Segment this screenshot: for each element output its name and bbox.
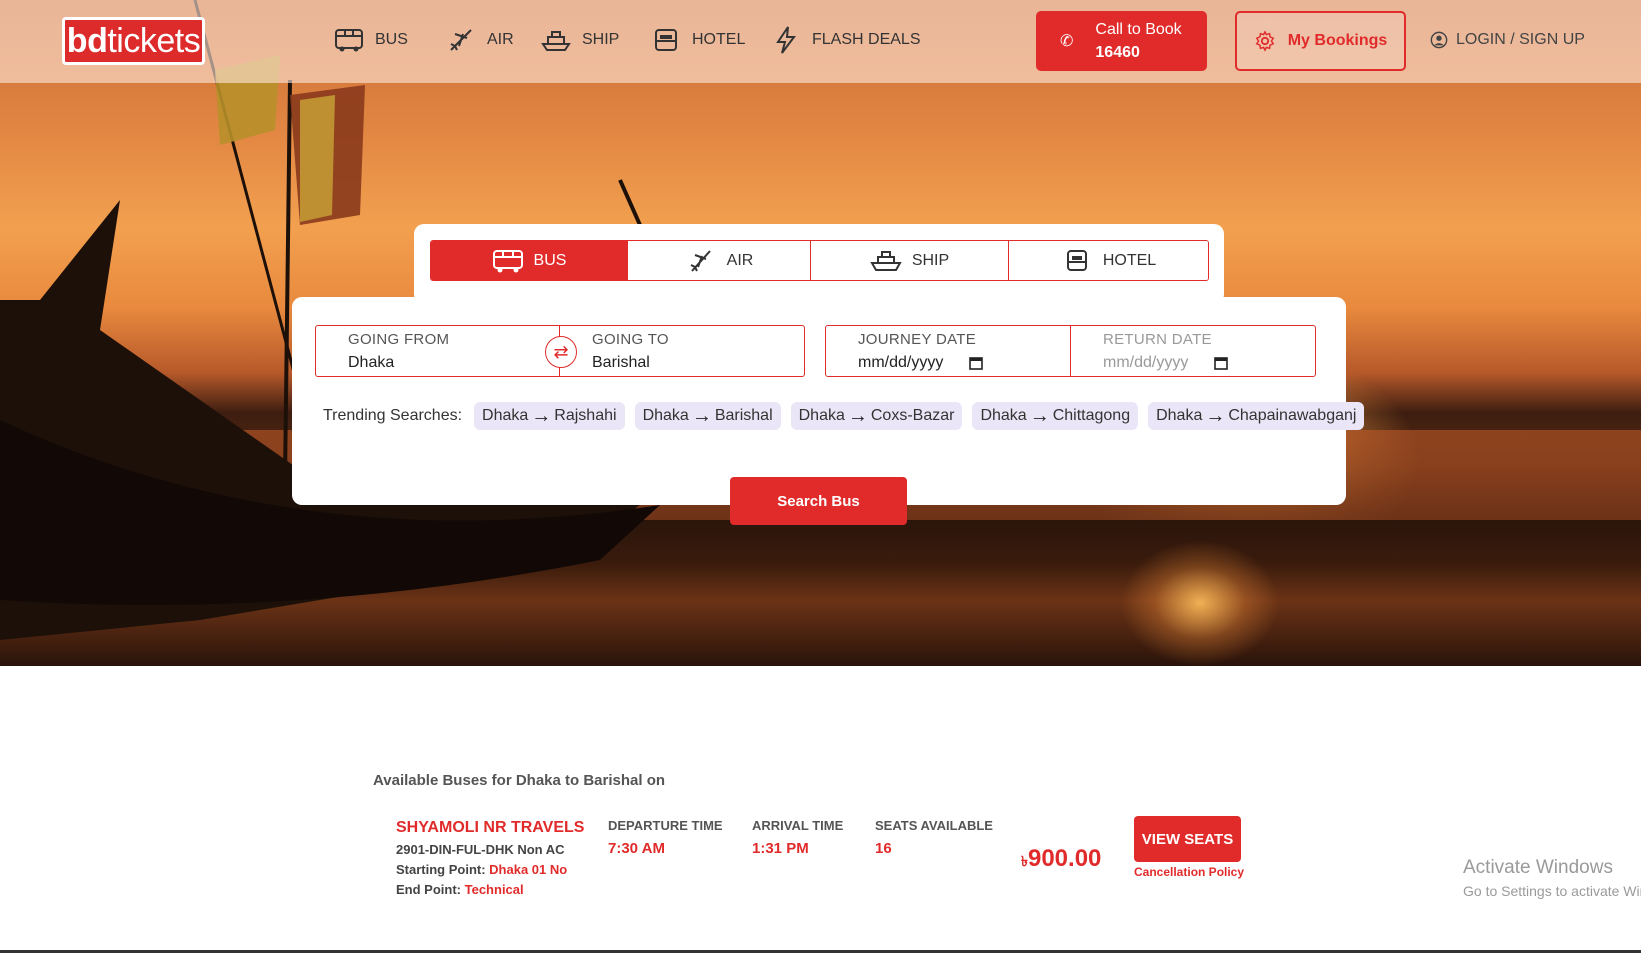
trending-chip[interactable]: Dhaka → Coxs-Bazar — [790, 402, 963, 430]
arrow-right-icon: → — [1205, 405, 1226, 427]
sun-reflection — [1120, 540, 1280, 666]
ship-icon — [870, 250, 902, 271]
my-bookings-button[interactable]: My Bookings — [1235, 11, 1406, 71]
bdtickets-logo[interactable]: bd tickets — [62, 17, 205, 65]
trending-chip[interactable]: Dhaka → Chittagong — [972, 402, 1139, 430]
user-icon — [1430, 31, 1448, 49]
tab-ship[interactable]: SHIP — [811, 241, 1009, 280]
plane-icon — [450, 29, 472, 51]
search-bus-button[interactable]: Search Bus — [730, 477, 907, 525]
bolt-icon — [776, 26, 796, 54]
plane-icon — [690, 249, 711, 272]
trending-chip[interactable]: Dhaka → Barishal — [634, 402, 781, 430]
results-title: Available Buses for Dhaka to Barishal on — [373, 772, 666, 789]
departure-header: DEPARTURE TIME — [608, 818, 723, 833]
hotel-icon — [655, 29, 677, 51]
arrow-right-icon: → — [691, 405, 712, 427]
arrival-time: 1:31 PM — [752, 840, 809, 857]
going-from-field[interactable]: GOING FROM Dhaka — [316, 326, 560, 376]
login-signup-link[interactable]: LOGIN / SIGN UP — [1430, 31, 1585, 49]
arrow-right-icon: → — [531, 405, 552, 427]
top-navbar: bd tickets BUS AIR SHIP HOTEL FLASH DEALS… — [0, 0, 1641, 83]
swap-icon: ⇄ — [553, 341, 569, 362]
arrival-header: ARRIVAL TIME — [752, 818, 844, 833]
ship-icon — [541, 31, 571, 51]
trending-label: Trending Searches: — [323, 407, 463, 424]
operator-name: SHYAMOLI NR TRAVELS — [396, 819, 585, 836]
trending-chip[interactable]: Dhaka → Chapainawabganj — [1148, 402, 1365, 430]
cancellation-policy-link[interactable]: Cancellation Policy — [1134, 865, 1244, 879]
arrow-right-icon: → — [1029, 405, 1050, 427]
going-to-field[interactable]: GOING TO Barishal — [560, 326, 804, 376]
departure-time: 7:30 AM — [608, 840, 665, 857]
starting-point: Starting Point: Dhaka 01 No — [396, 862, 568, 877]
swap-route-button[interactable]: ⇄ — [545, 336, 577, 368]
trending-chip[interactable]: Dhaka → Rajshahi — [474, 402, 625, 430]
windows-activation-watermark: Activate Windows Go to Settings to activ… — [1463, 857, 1641, 899]
seats-header: SEATS AVAILABLE — [875, 818, 993, 833]
bus-icon — [335, 29, 363, 52]
call-to-book-button[interactable]: ✆ Call to Book 16460 — [1036, 11, 1207, 71]
nav-ship[interactable]: SHIP — [540, 24, 619, 56]
nav-bus[interactable]: BUS — [333, 24, 408, 56]
nav-flash-deals[interactable]: FLASH DEALS — [770, 24, 920, 56]
tab-air[interactable]: AIR — [628, 241, 811, 280]
coach-info: 2901-DIN-FUL-DHK Non AC — [396, 842, 565, 857]
return-date-field[interactable]: RETURN DATE mm/dd/yyyy — [1071, 326, 1315, 376]
nav-air[interactable]: AIR — [445, 24, 514, 56]
tab-hotel[interactable]: HOTEL — [1009, 241, 1208, 280]
phone-icon: ✆ — [1060, 33, 1074, 50]
gear-icon — [1255, 30, 1275, 52]
view-seats-button[interactable]: VIEW SEATS — [1134, 816, 1241, 862]
tab-bus[interactable]: BUS — [431, 241, 628, 280]
nav-hotel[interactable]: HOTEL — [650, 24, 745, 56]
hotel-icon — [1066, 249, 1087, 271]
arrow-right-icon: → — [847, 405, 868, 427]
date-fields: JOURNEY DATE mm/dd/yyyy RETURN DATE mm/d… — [825, 325, 1316, 377]
trending-searches: Trending Searches: Dhaka → Rajshahi Dhaka →… — [323, 402, 1365, 430]
fare-price: ৳900.00 — [1021, 845, 1102, 872]
calendar-icon[interactable] — [1214, 356, 1229, 370]
bus-icon — [492, 249, 523, 272]
calendar-icon[interactable] — [969, 356, 984, 370]
journey-date-field[interactable]: JOURNEY DATE mm/dd/yyyy — [826, 326, 1071, 376]
seats-available: 16 — [875, 840, 892, 857]
search-tabs: BUS AIR SHIP HOTEL — [430, 240, 1209, 281]
end-point: End Point: Technical — [396, 882, 524, 897]
